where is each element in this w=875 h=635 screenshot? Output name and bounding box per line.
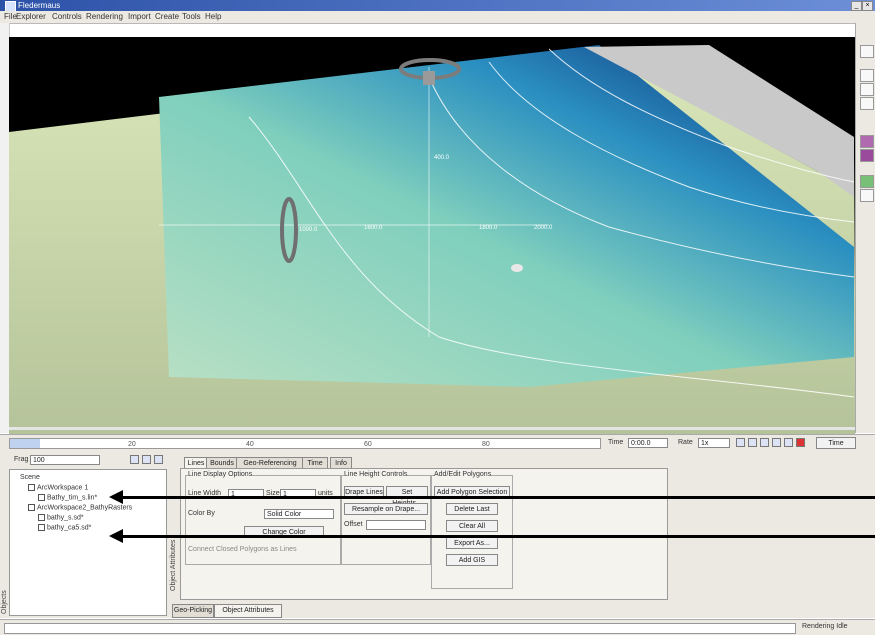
tree-tool-icon[interactable] xyxy=(130,455,139,464)
tree-node[interactable]: ArcWorkspace2_BathyRasters xyxy=(28,504,132,511)
frag-label: Frag xyxy=(14,456,29,463)
checkbox[interactable] xyxy=(38,524,45,531)
tool-icon[interactable] xyxy=(860,189,874,202)
step-forward-icon[interactable] xyxy=(772,438,781,447)
offset-slider[interactable] xyxy=(366,520,426,530)
status-field xyxy=(4,623,796,634)
annotation-arrowhead xyxy=(109,490,123,504)
tab-object-attributes[interactable]: Object Attributes xyxy=(214,604,282,618)
bathymetry-scene[interactable]: 400.0 1000.0 1600.0 1800.0 2000.0 xyxy=(9,37,855,434)
menu-rendering[interactable]: Rendering xyxy=(86,12,123,21)
menu-import[interactable]: Import xyxy=(128,12,151,21)
clear-all-button[interactable]: Clear All xyxy=(446,520,498,532)
time-slider-thumb[interactable] xyxy=(10,439,40,448)
status-text: Rendering Idle xyxy=(802,623,848,630)
add-edit-polygons-label: Add/Edit Polygons xyxy=(434,471,492,478)
target-marker[interactable] xyxy=(511,264,523,272)
tree-node[interactable]: Bathy_tim_s.lin* xyxy=(38,494,97,501)
record-icon[interactable] xyxy=(796,438,805,447)
right-tool-panel xyxy=(855,23,875,433)
connect-polygons-checkbox[interactable]: Connect Closed Polygons as Lines xyxy=(188,546,297,553)
stop-icon[interactable] xyxy=(784,438,793,447)
rate-field[interactable]: 1x xyxy=(698,438,730,448)
tree-node[interactable]: bathy_ca5.sd* xyxy=(38,524,91,531)
menu-explorer[interactable]: Explorer xyxy=(16,12,46,21)
play-icon[interactable] xyxy=(760,438,769,447)
time-tick: 80 xyxy=(482,441,490,448)
step-back-icon[interactable] xyxy=(748,438,757,447)
time-bar: 20 40 60 80 Time 0:00.0 Rate 1x Time xyxy=(0,434,875,452)
checkbox[interactable] xyxy=(38,514,45,521)
menu-tools[interactable]: Tools xyxy=(182,12,201,21)
tool-icon[interactable] xyxy=(860,149,874,162)
contour-label: 400.0 xyxy=(434,155,450,161)
pointer-icon[interactable] xyxy=(860,45,874,58)
contour-label: 1800.0 xyxy=(479,225,498,231)
time-dropdown[interactable]: Time xyxy=(816,437,856,449)
line-display-group: Line Display Options Line Width 1 Size 1… xyxy=(185,471,341,565)
frag-field[interactable]: 100 xyxy=(30,455,100,465)
annotation-arrow xyxy=(122,535,875,538)
status-bar: Rendering Idle xyxy=(0,619,875,635)
add-gis-button[interactable]: Add GIS xyxy=(446,554,498,566)
time-slider[interactable]: 20 40 60 80 xyxy=(9,438,601,449)
time-tick: 20 xyxy=(128,441,136,448)
color-by-select[interactable]: Solid Color xyxy=(264,509,334,519)
tree-node[interactable]: Scene xyxy=(20,474,40,481)
line-display-options-label: Line Display Options xyxy=(188,471,253,478)
menu-file[interactable]: File xyxy=(4,12,17,21)
ring-handle[interactable] xyxy=(423,71,435,85)
export-as-button[interactable]: Export As... xyxy=(446,537,498,549)
tool-icon[interactable] xyxy=(860,175,874,188)
viewport-scroll[interactable] xyxy=(9,427,855,430)
tree-node[interactable]: ArcWorkspace 1 xyxy=(28,484,88,491)
object-tree[interactable]: Scene ArcWorkspace 1 Bathy_tim_s.lin* Ar… xyxy=(9,469,167,616)
close-icon[interactable]: × xyxy=(862,1,873,11)
tree-tool-icon[interactable] xyxy=(154,455,163,464)
rewind-icon[interactable] xyxy=(736,438,745,447)
time-tick: 60 xyxy=(364,441,372,448)
tool-icon[interactable] xyxy=(860,97,874,110)
tree-node[interactable]: bathy_s.sd* xyxy=(38,514,84,521)
checkbox[interactable] xyxy=(38,494,45,501)
add-edit-polygons-group: Add/Edit Polygons Add Polygon Selection … xyxy=(431,471,513,589)
lines-tab-body: Line Display Options Line Width 1 Size 1… xyxy=(180,468,668,600)
contour-label: 1600.0 xyxy=(364,225,383,231)
menu-create[interactable]: Create xyxy=(155,12,179,21)
time-field[interactable]: 0:00.0 xyxy=(628,438,668,448)
window-title: Fledermaus xyxy=(18,1,61,10)
title-bar: Fledermaus _ × xyxy=(0,0,875,12)
menu-bar: File Explorer Controls Rendering Import … xyxy=(0,11,875,24)
tool-icon[interactable] xyxy=(860,83,874,96)
contour-label: 2000.0 xyxy=(534,225,553,231)
checkbox[interactable] xyxy=(28,484,35,491)
tree-tool-icon[interactable] xyxy=(142,455,151,464)
color-by-label: Color By xyxy=(188,510,215,517)
time-label: Time xyxy=(608,439,624,446)
line-height-controls-label: Line Height Controls xyxy=(344,471,408,478)
tool-icon[interactable] xyxy=(860,135,874,148)
time-tick: 40 xyxy=(246,441,254,448)
annotation-arrowhead xyxy=(109,529,123,543)
tab-geo-picking[interactable]: Geo-Picking xyxy=(172,604,214,618)
resample-on-drape-button[interactable]: Resample on Drape... xyxy=(344,503,428,515)
object-attributes-side-label[interactable]: Object Attributes xyxy=(170,540,177,591)
offset-label: Offset xyxy=(344,521,363,528)
rate-label: Rate xyxy=(678,439,693,446)
objects-side-label[interactable]: Objects xyxy=(1,590,8,614)
annotation-arrow xyxy=(122,496,875,499)
checkbox[interactable] xyxy=(28,504,35,511)
tool-icon[interactable] xyxy=(860,69,874,82)
3d-viewport[interactable]: 400.0 1000.0 1600.0 1800.0 2000.0 xyxy=(9,37,855,434)
menu-help[interactable]: Help xyxy=(205,12,221,21)
line-height-controls-group: Line Height Controls Drape Lines Set Hei… xyxy=(341,471,431,565)
minimize-icon[interactable]: _ xyxy=(851,1,862,11)
contour-label: 1000.0 xyxy=(299,227,318,233)
delete-last-button[interactable]: Delete Last xyxy=(446,503,498,515)
menu-controls[interactable]: Controls xyxy=(52,12,82,21)
